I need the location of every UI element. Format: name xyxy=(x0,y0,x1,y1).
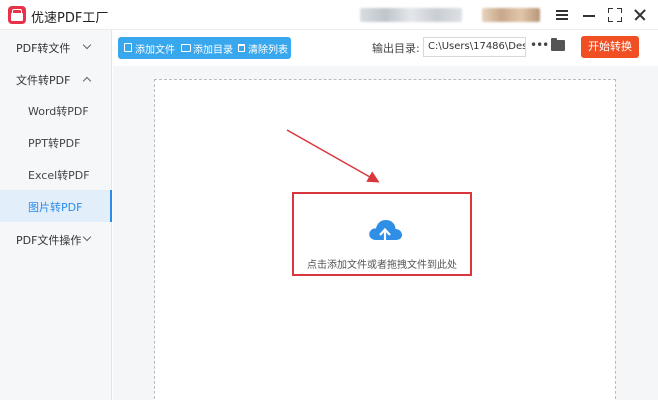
more-options-button[interactable]: ••• xyxy=(530,37,549,55)
red-arrow-annotation xyxy=(286,129,380,183)
add-file-button[interactable]: 添加文件 xyxy=(124,37,178,59)
output-path-field[interactable]: C:\Users\17486\Deskto xyxy=(423,37,526,57)
start-convert-button[interactable]: 开始转换 xyxy=(581,36,639,58)
chevron-down-icon xyxy=(82,232,92,242)
blurred-user-avatar xyxy=(482,8,540,22)
app-title: 优速PDF工厂 xyxy=(31,11,109,26)
sidebar-item-excel-to-pdf[interactable]: Excel转PDF xyxy=(0,158,112,190)
file-toolbar: 添加文件 添加目录 清除列表 xyxy=(118,37,291,59)
hamburger-menu-icon[interactable] xyxy=(552,5,572,25)
sidebar-item-label: Word转PDF xyxy=(28,105,89,118)
cloud-upload-icon xyxy=(369,220,402,245)
sidebar-group-label: 文件转PDF xyxy=(16,74,71,87)
add-folder-button[interactable]: 添加目录 xyxy=(181,37,235,59)
sidebar-item-word-to-pdf[interactable]: Word转PDF xyxy=(0,94,112,126)
folder-icon xyxy=(181,44,191,52)
chevron-down-icon xyxy=(82,40,92,50)
blurred-account-info xyxy=(360,8,462,22)
minimize-icon[interactable] xyxy=(579,5,599,25)
file-icon xyxy=(124,43,132,52)
trash-icon xyxy=(238,44,245,52)
sidebar-item-label: 图片转PDF xyxy=(28,201,83,214)
maximize-icon[interactable] xyxy=(605,5,625,25)
add-files-button[interactable]: 点击添加文件或者拖拽文件到此处 xyxy=(292,192,472,276)
sidebar: PDF转文件 文件转PDF Word转PDF PPT转PDF Excel转PDF… xyxy=(0,30,112,400)
sidebar-group-file-to-pdf[interactable]: 文件转PDF xyxy=(0,64,112,94)
upload-hint-text: 点击添加文件或者拖拽文件到此处 xyxy=(307,260,457,271)
chevron-up-icon xyxy=(82,76,92,86)
sidebar-item-image-to-pdf[interactable]: 图片转PDF xyxy=(0,190,112,222)
title-bar: 优速PDF工厂 xyxy=(0,0,658,30)
sidebar-group-pdf-operations[interactable]: PDF文件操作 xyxy=(0,224,112,254)
close-icon[interactable] xyxy=(630,5,650,25)
sidebar-group-pdf-to-file[interactable]: PDF转文件 xyxy=(0,32,112,62)
sidebar-item-ppt-to-pdf[interactable]: PPT转PDF xyxy=(0,126,112,158)
open-folder-icon[interactable] xyxy=(551,38,565,51)
sidebar-item-label: Excel转PDF xyxy=(28,169,90,182)
sidebar-item-label: PPT转PDF xyxy=(28,137,81,150)
sidebar-group-label: PDF文件操作 xyxy=(16,234,82,247)
app-logo-icon xyxy=(8,6,26,24)
clear-list-button[interactable]: 清除列表 xyxy=(238,37,290,59)
sidebar-group-label: PDF转文件 xyxy=(16,42,71,55)
output-directory-label: 输出目录: xyxy=(372,42,420,55)
